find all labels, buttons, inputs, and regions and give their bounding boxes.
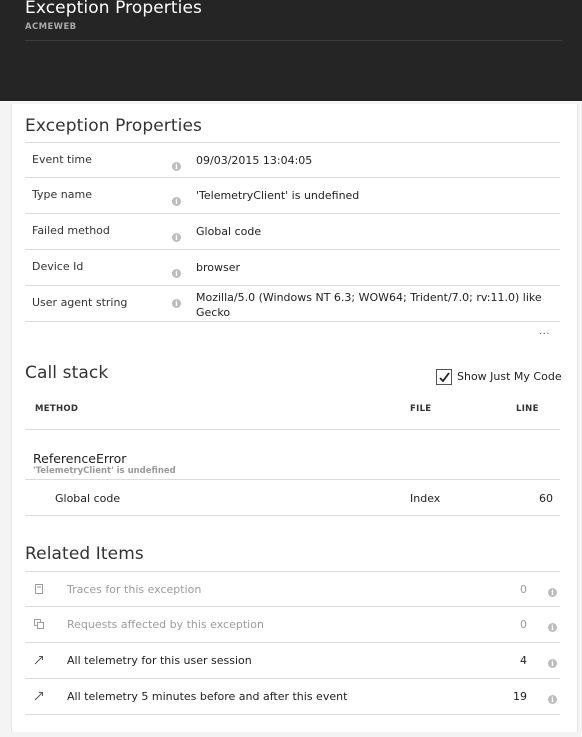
info-icon[interactable]: i — [172, 154, 181, 173]
property-label: User agent string — [32, 296, 128, 309]
property-row-event-time: Event time i 09/03/2015 13:04:05 — [25, 142, 560, 178]
checkmark-icon — [439, 371, 450, 382]
property-row-device-id: Device Id i browser — [25, 250, 560, 286]
stack-group-name[interactable]: ReferenceError — [33, 451, 126, 466]
related-item-count: 19 — [513, 690, 527, 703]
blade-title: Exception Properties — [25, 0, 202, 18]
related-item-traces[interactable]: Traces for this exception 0 i — [25, 571, 560, 607]
property-label: Type name — [32, 188, 92, 201]
stack-group-message: 'TelemetryClient' is undefined — [33, 466, 176, 476]
property-label: Device Id — [32, 260, 84, 273]
property-value: 'TelemetryClient' is undefined — [196, 189, 360, 202]
related-item-count: 0 — [520, 618, 527, 631]
column-header-line[interactable]: LINE — [516, 404, 539, 414]
info-icon[interactable]: i — [548, 651, 557, 670]
show-just-my-code-checkbox[interactable] — [436, 368, 452, 385]
related-items-title: Related Items — [25, 544, 144, 564]
property-value: Mozilla/5.0 (Windows NT 6.3; WOW64; Trid… — [196, 291, 542, 319]
property-row-failed-method: Failed method i Global code — [25, 214, 560, 250]
column-header-file[interactable]: FILE — [410, 404, 431, 414]
blade-subtitle: ACMEWEB — [25, 22, 77, 32]
info-icon[interactable]: i — [548, 615, 557, 634]
info-icon[interactable]: i — [548, 580, 557, 599]
arrow-link-icon — [34, 692, 43, 701]
property-value: 09/03/2015 13:04:05 — [196, 154, 313, 167]
related-item-label: All telemetry 5 minutes before and after… — [67, 690, 348, 703]
more-button[interactable]: ... — [539, 326, 550, 337]
property-label: Failed method — [32, 224, 110, 237]
arrow-link-icon — [34, 656, 43, 665]
stack-frame-line: 60 — [539, 492, 553, 505]
property-row-user-agent: User agent string i Mozilla/5.0 (Windows… — [25, 286, 560, 322]
properties-section-title: Exception Properties — [25, 116, 202, 136]
related-item-label: All telemetry for this user session — [67, 654, 252, 667]
stack-frame-file: Index — [410, 492, 441, 505]
column-header-method[interactable]: METHOD — [35, 404, 78, 414]
info-icon[interactable]: i — [548, 687, 557, 706]
show-just-my-code-toggle[interactable]: Show Just My Code — [436, 368, 562, 385]
property-value: Global code — [196, 225, 262, 238]
show-just-my-code-label: Show Just My Code — [457, 370, 562, 383]
call-stack-header-divider — [25, 429, 560, 430]
stack-group-divider — [25, 479, 560, 480]
info-icon[interactable]: i — [172, 261, 181, 280]
stack-frame-method[interactable]: Global code — [55, 492, 120, 505]
info-icon[interactable]: i — [172, 225, 181, 244]
document-icon — [35, 584, 43, 594]
info-icon[interactable]: i — [172, 189, 181, 208]
requests-icon — [34, 619, 44, 629]
related-item-count: 0 — [520, 583, 527, 596]
property-row-type-name: Type name i 'TelemetryClient' is undefin… — [25, 178, 560, 214]
property-value: browser — [196, 261, 241, 274]
property-label: Event time — [32, 153, 92, 166]
info-icon[interactable]: i — [172, 291, 181, 310]
blade-header: Exception Properties ACMEWEB — [0, 0, 582, 101]
call-stack-title: Call stack — [25, 363, 109, 383]
related-item-requests[interactable]: Requests affected by this exception 0 i — [25, 607, 560, 643]
header-divider — [25, 40, 562, 41]
related-item-time-window[interactable]: All telemetry 5 minutes before and after… — [25, 679, 560, 715]
related-item-label: Requests affected by this exception — [67, 618, 264, 631]
related-item-label: Traces for this exception — [67, 583, 202, 596]
stack-frame-divider — [25, 515, 560, 516]
related-item-count: 4 — [520, 654, 527, 667]
related-item-user-session[interactable]: All telemetry for this user session 4 i — [25, 643, 560, 679]
